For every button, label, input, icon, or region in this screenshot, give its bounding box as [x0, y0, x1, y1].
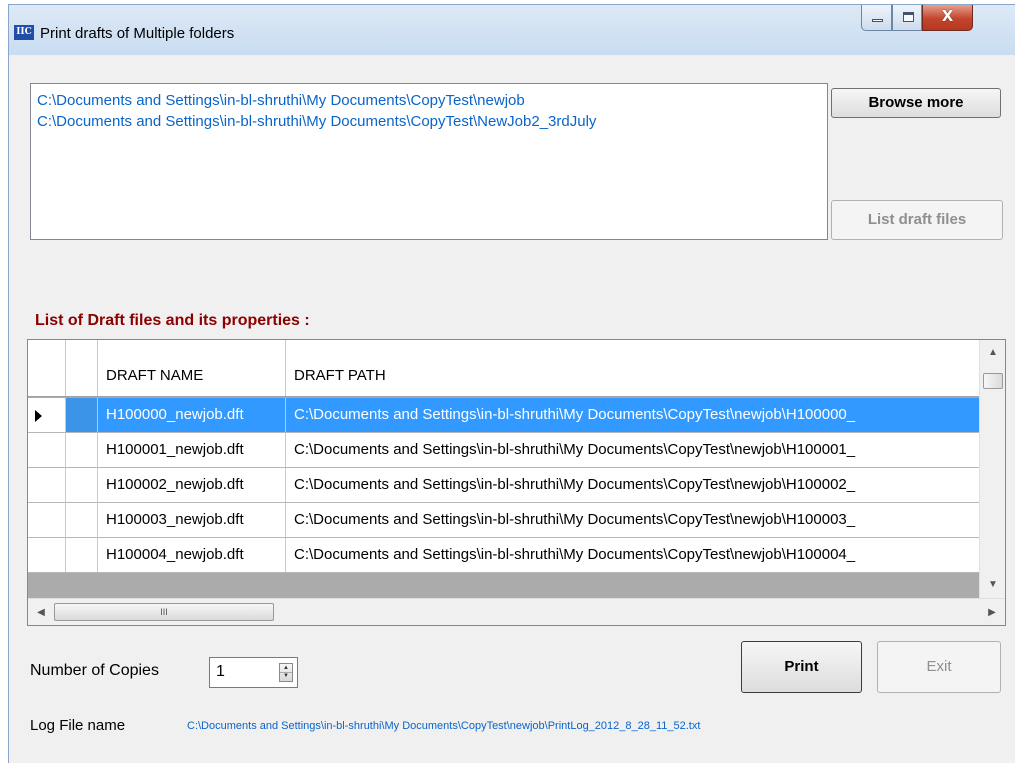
minimize-icon	[872, 19, 883, 22]
maximize-icon	[903, 12, 914, 22]
vertical-scroll-thumb[interactable]	[983, 373, 1003, 389]
scroll-up-icon[interactable]: ▲	[980, 340, 1005, 366]
draft-path-cell[interactable]: C:\Documents and Settings\in-bl-shruthi\…	[286, 468, 979, 502]
copies-value[interactable]: 1	[216, 663, 225, 681]
minimize-button[interactable]	[861, 5, 892, 31]
draft-path-cell[interactable]: C:\Documents and Settings\in-bl-shruthi\…	[286, 538, 979, 572]
table-row[interactable]: H100002_newjob.dft C:\Documents and Sett…	[28, 468, 979, 503]
log-file-name-label: Log File name	[30, 717, 126, 734]
close-icon: X	[941, 7, 954, 25]
row-marker	[66, 503, 98, 537]
title-bar[interactable]: IIC Print drafts of Multiple folders X	[9, 5, 1015, 55]
table-row[interactable]: H100000_newjob.dft C:\Documents and Sett…	[28, 398, 979, 433]
row-marker	[66, 433, 98, 467]
draft-name-cell[interactable]: H100003_newjob.dft	[98, 503, 286, 537]
draft-name-cell[interactable]: H100001_newjob.dft	[98, 433, 286, 467]
grid-header: DRAFT NAME DRAFT PATH	[28, 340, 979, 397]
spin-down-icon[interactable]: ▼	[280, 672, 292, 681]
print-button[interactable]: Print	[741, 641, 862, 693]
column-header-draft-path[interactable]: DRAFT PATH	[286, 340, 979, 396]
maximize-button[interactable]	[892, 5, 922, 31]
folder-item[interactable]: C:\Documents and Settings\in-bl-shruthi\…	[37, 90, 821, 111]
draft-name-cell[interactable]: H100000_newjob.dft	[98, 398, 286, 432]
spin-buttons[interactable]: ▲ ▼	[279, 663, 293, 682]
draft-name-cell[interactable]: H100004_newjob.dft	[98, 538, 286, 572]
row-header-corner	[28, 340, 66, 396]
drafts-section-label: List of Draft files and its properties :	[35, 312, 310, 329]
list-draft-files-button[interactable]: List draft files	[831, 200, 1003, 240]
drafts-grid[interactable]: DRAFT NAME DRAFT PATH H100000_newjob.dft…	[27, 339, 1006, 626]
scroll-down-icon[interactable]: ▼	[980, 572, 1005, 598]
row-marker	[66, 398, 98, 432]
draft-name-cell[interactable]: H100002_newjob.dft	[98, 468, 286, 502]
window-title: Print drafts of Multiple folders	[40, 25, 235, 42]
number-of-copies-stepper[interactable]: 1 ▲ ▼	[209, 657, 298, 688]
draft-path-cell[interactable]: C:\Documents and Settings\in-bl-shruthi\…	[286, 433, 979, 467]
row-marker	[66, 538, 98, 572]
close-button[interactable]: X	[922, 5, 973, 31]
grid-body: H100000_newjob.dft C:\Documents and Sett…	[28, 398, 979, 573]
current-row-pointer-icon	[35, 410, 42, 422]
scroll-right-icon[interactable]: ▶	[979, 599, 1005, 625]
row-marker	[66, 468, 98, 502]
folder-list[interactable]: C:\Documents and Settings\in-bl-shruthi\…	[30, 83, 828, 240]
print-drafts-window: IIC Print drafts of Multiple folders X C…	[8, 4, 1015, 763]
horizontal-scroll-thumb[interactable]: III	[54, 603, 274, 621]
scroll-left-icon[interactable]: ◀	[28, 599, 54, 625]
folder-item[interactable]: C:\Documents and Settings\in-bl-shruthi\…	[37, 111, 821, 132]
row-header[interactable]	[28, 503, 66, 537]
browse-more-button[interactable]: Browse more	[831, 88, 1001, 118]
draft-path-cell[interactable]: C:\Documents and Settings\in-bl-shruthi\…	[286, 398, 979, 432]
row-header[interactable]	[28, 538, 66, 572]
table-row[interactable]: H100004_newjob.dft C:\Documents and Sett…	[28, 538, 979, 573]
app-icon: IIC	[14, 25, 34, 40]
exit-button[interactable]: Exit	[877, 641, 1001, 693]
marker-column-header	[66, 340, 98, 396]
vertical-scrollbar[interactable]: ▲ ▼	[979, 340, 1005, 598]
table-row[interactable]: H100003_newjob.dft C:\Documents and Sett…	[28, 503, 979, 538]
draft-path-cell[interactable]: C:\Documents and Settings\in-bl-shruthi\…	[286, 503, 979, 537]
table-row[interactable]: H100001_newjob.dft C:\Documents and Sett…	[28, 433, 979, 468]
horizontal-scrollbar[interactable]: ◀ III ▶	[28, 598, 1005, 625]
column-header-draft-name[interactable]: DRAFT NAME	[98, 340, 286, 396]
row-header[interactable]	[28, 433, 66, 467]
row-header[interactable]	[28, 468, 66, 502]
log-file-path: C:\Documents and Settings\in-bl-shruthi\…	[187, 720, 701, 732]
row-header[interactable]	[28, 398, 66, 432]
number-of-copies-label: Number of Copies	[30, 662, 159, 679]
